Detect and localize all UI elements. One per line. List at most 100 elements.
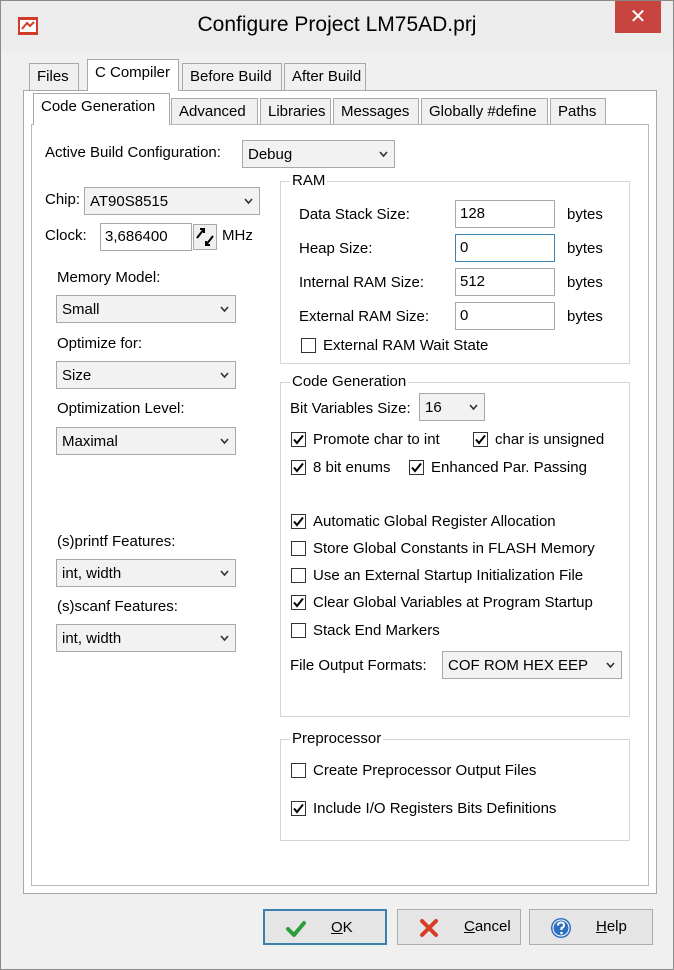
internal-ram-unit: bytes — [567, 274, 603, 291]
help-label-rest: elp — [606, 918, 627, 935]
chevron-down-icon — [379, 151, 388, 158]
cancel-button[interactable]: Cancel — [397, 909, 521, 945]
checkmark-icon — [293, 597, 304, 608]
tab-after-build-label: After Build — [292, 68, 362, 85]
tab-advanced[interactable]: Advanced — [171, 98, 258, 126]
bit-variables-size-select[interactable]: 16 — [419, 393, 485, 421]
tab-globally-define[interactable]: Globally #define — [421, 98, 548, 126]
tab-before-build[interactable]: Before Build — [182, 63, 282, 91]
tab-globally-define-label: Globally #define — [429, 103, 537, 120]
checkmark-icon — [293, 434, 304, 445]
optimize-for-value: Size — [62, 367, 92, 384]
clear-globals-label: Clear Global Variables at Program Startu… — [313, 594, 593, 611]
tab-libraries-label: Libraries — [268, 103, 326, 120]
ok-label-rest: K — [342, 919, 353, 936]
internal-ram-label: Internal RAM Size: — [299, 274, 425, 291]
build-config-label: Active Build Configuration: — [45, 144, 221, 161]
checkbox-box — [301, 338, 316, 353]
optimize-for-label: Optimize for: — [57, 335, 143, 352]
checkmark-icon — [286, 921, 306, 937]
external-ram-wait-state-label: External RAM Wait State — [323, 337, 489, 354]
scanf-features-select[interactable]: int, width — [56, 624, 236, 652]
build-config-select[interactable]: Debug — [242, 140, 395, 168]
chip-select[interactable]: AT90S8515 — [84, 187, 260, 215]
scanf-features-value: int, width — [62, 630, 122, 647]
heap-label: Heap Size: — [299, 240, 373, 257]
checkmark-icon — [293, 803, 304, 814]
printf-features-select[interactable]: int, width — [56, 559, 236, 587]
cancel-button-label: Cancel — [464, 918, 511, 935]
file-output-formats-select[interactable]: COF ROM HEX EEP — [442, 651, 622, 679]
preprocessor-group-title: Preprocessor — [290, 730, 384, 747]
data-stack-unit: bytes — [567, 206, 603, 223]
chevron-down-icon — [220, 306, 229, 313]
tab-files-label: Files — [37, 68, 69, 85]
close-icon — [420, 919, 438, 937]
checkbox-box — [291, 595, 306, 610]
ok-button-label: OK — [331, 919, 353, 936]
scanf-features-label: (s)scanf Features: — [57, 598, 178, 615]
tab-c-compiler[interactable]: C Compiler — [87, 59, 179, 91]
tab-messages-label: Messages — [341, 103, 410, 120]
internal-ram-input[interactable]: 512 — [455, 268, 555, 296]
create-preprocessor-output-label: Create Preprocessor Output Files — [313, 762, 537, 779]
close-button[interactable]: ✕ — [615, 1, 661, 33]
bit-variables-size-label: Bit Variables Size: — [290, 400, 411, 417]
heap-value: 0 — [460, 239, 469, 256]
include-io-registers-label: Include I/O Registers Bits Definitions — [313, 800, 557, 817]
memory-model-label: Memory Model: — [57, 269, 161, 286]
tab-messages[interactable]: Messages — [333, 98, 419, 126]
help-mnemonic: H — [596, 918, 607, 935]
preprocessor-group: Preprocessor Create Preprocessor Output … — [280, 730, 630, 841]
ram-group-title: RAM — [290, 172, 328, 189]
memory-model-value: Small — [62, 301, 100, 318]
tab-code-generation[interactable]: Code Generation — [33, 93, 170, 125]
file-output-formats-value: COF ROM HEX EEP — [448, 657, 589, 674]
chevron-down-icon — [244, 198, 253, 205]
printf-features-label: (s)printf Features: — [57, 533, 176, 550]
checkbox-box — [291, 568, 306, 583]
chevron-down-icon — [606, 662, 615, 669]
checkbox-box — [291, 801, 306, 816]
title-bar[interactable]: Configure Project LM75AD.prj ✕ — [1, 1, 673, 51]
chevron-down-icon — [469, 404, 478, 411]
heap-unit: bytes — [567, 240, 603, 257]
printf-features-value: int, width — [62, 565, 122, 582]
tab-c-compiler-label: C Compiler — [95, 64, 171, 81]
enhanced-par-passing-label: Enhanced Par. Passing — [431, 459, 587, 476]
enums-8bit-label: 8 bit enums — [313, 459, 391, 476]
tab-libraries[interactable]: Libraries — [260, 98, 331, 126]
checkbox-box — [291, 460, 306, 475]
checkbox-box — [291, 623, 306, 638]
checkbox-box — [291, 763, 306, 778]
external-ram-input[interactable]: 0 — [455, 302, 555, 330]
heap-input[interactable]: 0 — [455, 234, 555, 262]
internal-ram-value: 512 — [460, 273, 486, 290]
file-output-formats-label: File Output Formats: — [290, 657, 427, 674]
data-stack-input[interactable]: 128 — [455, 200, 555, 228]
code-generation-group: Code Generation Bit Variables Size: 16 P… — [280, 373, 630, 717]
ok-button[interactable]: OK — [263, 909, 387, 945]
tab-paths-label: Paths — [558, 103, 597, 120]
promote-char-label: Promote char to int — [313, 431, 440, 448]
optimization-level-value: Maximal — [62, 433, 118, 450]
checkbox-box — [409, 460, 424, 475]
optimize-for-select[interactable]: Size — [56, 361, 236, 389]
clock-spin-icon[interactable] — [193, 224, 217, 250]
help-button[interactable]: Help — [529, 909, 653, 945]
store-constants-flash-label: Store Global Constants in FLASH Memory — [313, 540, 595, 557]
external-ram-unit: bytes — [567, 308, 603, 325]
checkbox-box — [473, 432, 488, 447]
auto-global-register-label: Automatic Global Register Allocation — [313, 513, 556, 530]
memory-model-select[interactable]: Small — [56, 295, 236, 323]
external-startup-file-label: Use an External Startup Initialization F… — [313, 567, 584, 584]
tab-files[interactable]: Files — [29, 63, 79, 91]
checkmark-icon — [475, 434, 486, 445]
tab-after-build[interactable]: After Build — [284, 63, 366, 91]
checkbox-box — [291, 432, 306, 447]
chip-value: AT90S8515 — [90, 193, 169, 210]
tab-paths[interactable]: Paths — [550, 98, 606, 126]
optimization-level-select[interactable]: Maximal — [56, 427, 236, 455]
ram-group: RAM Data Stack Size: 128 bytes Heap Size… — [280, 172, 630, 364]
clock-input[interactable]: 3,686400 — [100, 223, 192, 251]
